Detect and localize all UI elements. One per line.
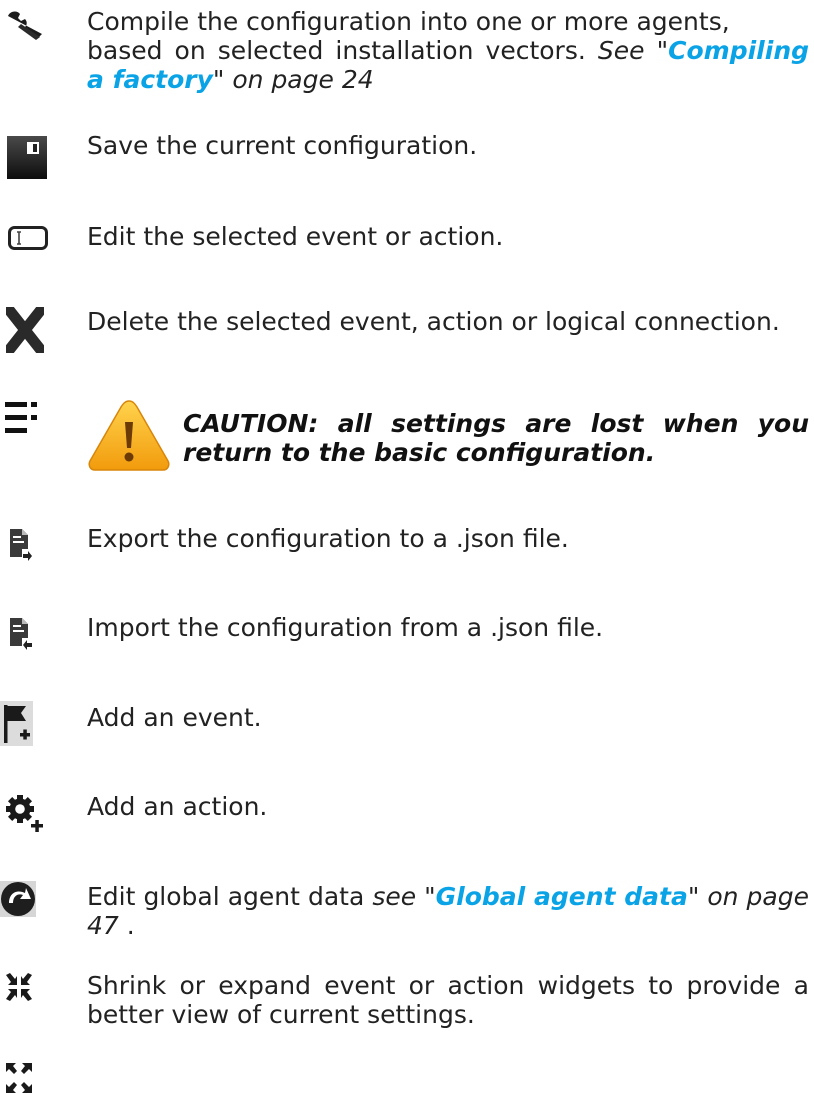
add-gear-icon[interactable]: [6, 795, 44, 833]
global-agent-data-link[interactable]: Global agent data: [436, 882, 688, 911]
warning-triangle-icon: [88, 400, 170, 471]
edit-description: Edit the selected event or action.: [87, 222, 504, 251]
expand-icon[interactable]: [6, 1063, 32, 1093]
text-field-icon[interactable]: [8, 226, 48, 250]
export-description: Export the configuration to a .json file…: [87, 524, 569, 553]
add-action-description: Add an action.: [87, 792, 268, 821]
compile-description: Compile the configuration into one or mo…: [87, 7, 810, 94]
import-document-icon[interactable]: [10, 618, 32, 652]
global-data-description: Edit global agent data see "Global agent…: [87, 882, 809, 940]
save-description: Save the current configuration.: [87, 131, 478, 160]
shrink-expand-description: Shrink or expand event or action widgets…: [87, 971, 809, 1029]
menu-list-icon[interactable]: [5, 402, 37, 433]
caution-note: CAUTION: all settings are lost when you …: [183, 409, 809, 467]
delete-description: Delete the selected event, action or log…: [87, 307, 780, 336]
shrink-icon[interactable]: [6, 973, 32, 1001]
delete-x-icon[interactable]: [6, 307, 44, 353]
global-data-icon[interactable]: [0, 881, 36, 917]
export-document-icon[interactable]: [10, 529, 32, 563]
add-flag-icon[interactable]: [0, 701, 33, 746]
wrench-icon[interactable]: [6, 10, 46, 40]
import-description: Import the configuration from a .json fi…: [87, 613, 604, 642]
add-event-description: Add an event.: [87, 703, 262, 732]
floppy-disk-icon[interactable]: [7, 136, 47, 179]
